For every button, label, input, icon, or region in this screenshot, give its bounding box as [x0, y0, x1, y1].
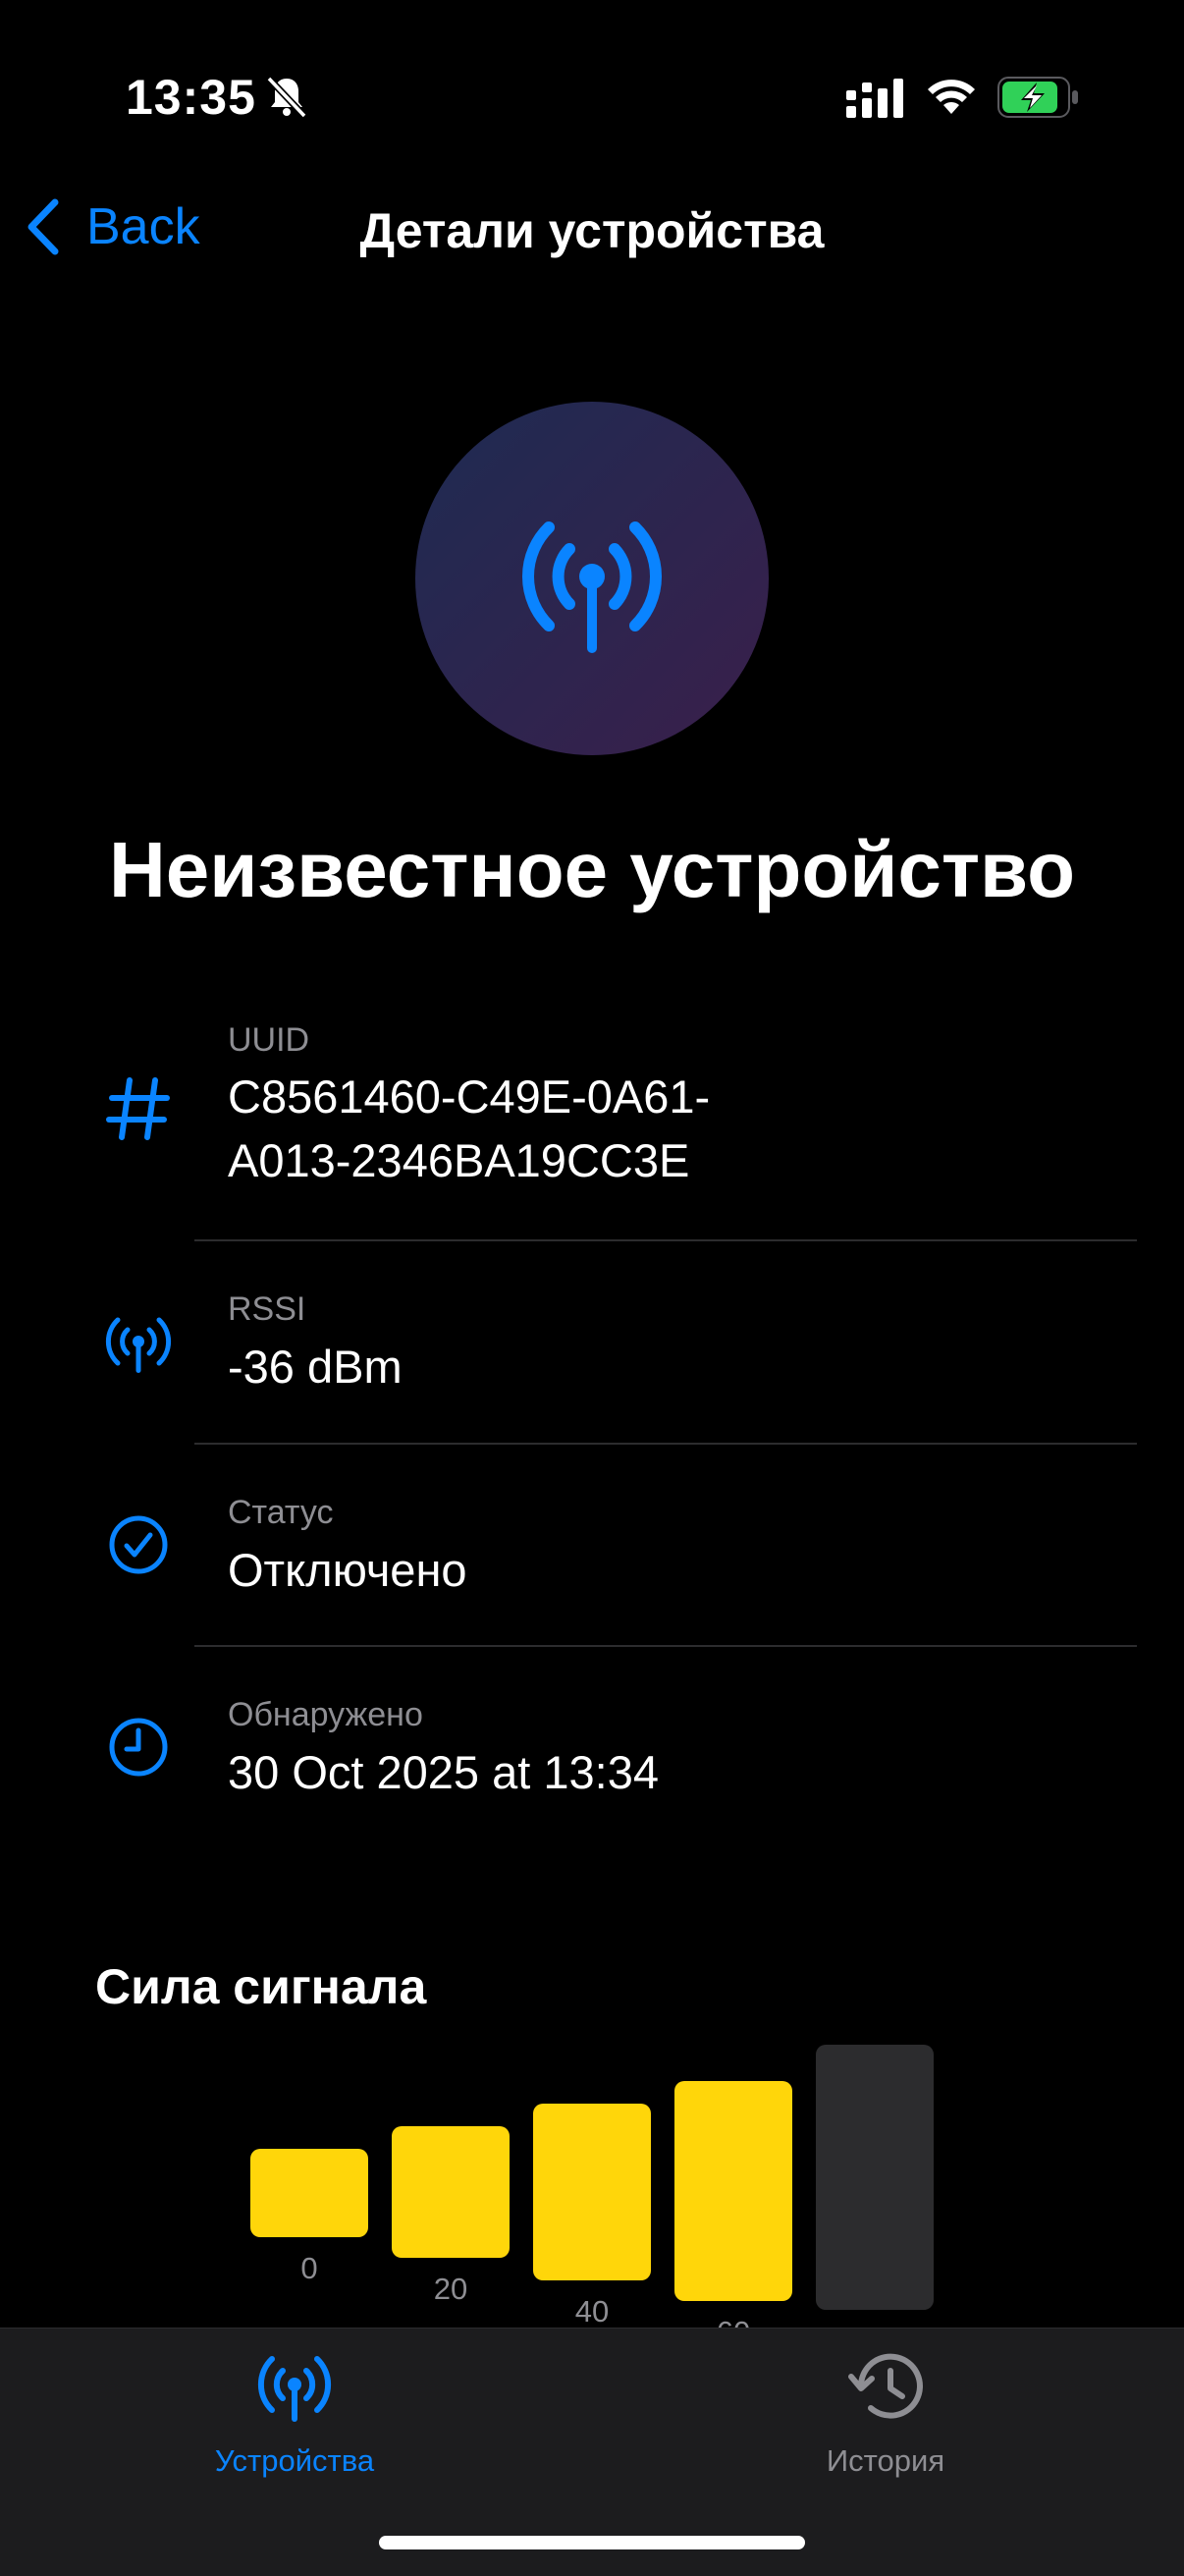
uuid-label: UUID	[228, 1021, 310, 1059]
signal-bar	[533, 2104, 651, 2280]
device-name: Неизвестное устройство	[108, 826, 1076, 913]
status-time: 13:35	[126, 70, 256, 125]
home-indicator	[379, 2536, 805, 2549]
antenna-icon	[257, 2356, 332, 2422]
checkmark-circle-icon	[109, 1515, 168, 1574]
history-clock-icon	[848, 2353, 923, 2419]
status-value: Отключено	[228, 1544, 467, 1596]
signal-bar	[674, 2081, 792, 2301]
signal-bar	[392, 2126, 510, 2258]
antenna-icon	[105, 1317, 172, 1373]
rssi-value: -36 dBm	[228, 1341, 403, 1393]
antenna-icon	[521, 521, 663, 653]
tab-history[interactable]: История	[738, 2347, 1033, 2479]
signal-bar-label: 40	[575, 2294, 609, 2328]
signal-bar-label: 0	[300, 2251, 317, 2285]
signal-section-title: Сила сигнала	[95, 1959, 427, 2014]
clock-icon	[109, 1718, 168, 1777]
tab-history-label: История	[826, 2443, 945, 2478]
uuid-value-line-1: C8561460-C49E-0A61-	[228, 1070, 711, 1123]
signal-bar-label: 60	[717, 2315, 750, 2328]
uuid-value-line-2: A013-2346BA19CC3E	[228, 1134, 690, 1186]
page-title: Детали устройства	[359, 203, 825, 258]
signal-bar	[816, 2045, 934, 2310]
tab-devices-label: Устройства	[214, 2443, 375, 2478]
row-divider	[194, 1443, 1137, 1445]
signal-bar-label: 20	[434, 2272, 467, 2306]
cellular-icon	[846, 79, 903, 118]
row-divider	[194, 1239, 1137, 1241]
row-divider	[194, 1645, 1137, 1647]
bell-slash-icon	[266, 76, 307, 119]
battery-charging-icon	[997, 77, 1078, 118]
hash-icon	[106, 1077, 170, 1140]
signal-strength-chart: 0 20 40 60	[250, 2045, 934, 2328]
rssi-label: RSSI	[228, 1290, 306, 1328]
signal-bar	[250, 2149, 368, 2237]
discovered-value: 30 Oct 2025 at 13:34	[228, 1746, 659, 1798]
discovered-label: Обнаружено	[228, 1696, 423, 1733]
tab-devices[interactable]: Устройства	[147, 2347, 442, 2479]
status-label: Статус	[228, 1494, 334, 1531]
wifi-icon	[928, 80, 975, 114]
device-avatar	[415, 402, 769, 755]
